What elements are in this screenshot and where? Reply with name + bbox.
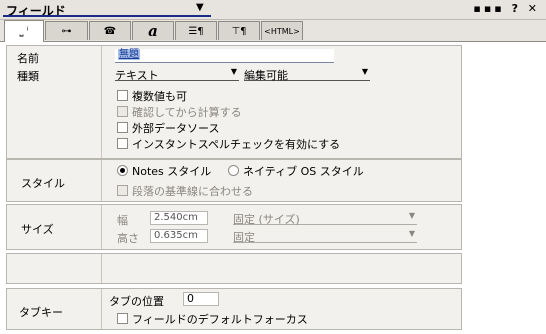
properties-panel: 名前 無題 種類 テキスト ▼ 編集可能 ▼ 複数値も可 確認してから計算する … (0, 42, 546, 334)
tab-key-label: タブキー (19, 306, 63, 319)
paragraph-tab-icon: ☰¶ (188, 25, 204, 37)
height-field[interactable]: 0.635cm (150, 229, 208, 243)
compute-after-validation-checkbox[interactable] (117, 106, 128, 117)
tab-control[interactable]: ⊶ (45, 21, 88, 40)
tab-key-section: タブキー タブの位置 0 フィールドのデフォルトフォーカス (6, 288, 462, 330)
tab-hidewhen[interactable]: ⊤¶ (218, 21, 260, 40)
align-baseline-label: 段落の基準線に合わせる (132, 185, 253, 198)
hide-when-tab-icon: ⊤¶ (231, 25, 247, 37)
basics-section: 名前 無題 種類 テキスト ▼ 編集可能 ▼ 複数値も可 確認してから計算する … (6, 45, 462, 159)
empty-section (6, 253, 462, 284)
width-mode-select[interactable]: 固定 (サイズ) ▼ (233, 211, 417, 226)
native-os-style-radio[interactable] (228, 165, 239, 176)
height-value: 0.635cm (154, 230, 198, 241)
size-section: サイズ 幅 2.540cm 固定 (サイズ) ▼ 高さ 0.635cm 固定 ▼ (6, 204, 462, 250)
section-divider (101, 254, 102, 283)
basics-tab-icon: ⎵ ⁱ (19, 26, 29, 37)
advanced-tab-icon: ☎ (103, 25, 117, 37)
tab-advanced[interactable]: ☎ (89, 21, 131, 40)
tab-html[interactable]: <HTML> (261, 21, 303, 40)
notes-style-radio[interactable] (117, 165, 128, 176)
default-focus-label: フィールドのデフォルトフォーカス (132, 313, 308, 326)
height-mode-value: 固定 (233, 231, 255, 244)
mode-value: 編集可能 (244, 69, 288, 82)
tab-position-label: タブの位置 (109, 295, 164, 308)
tab-position-value: 0 (187, 292, 194, 305)
chevron-down-icon: ▼ (408, 229, 415, 238)
style-label: スタイル (21, 177, 65, 190)
height-mode-select[interactable]: 固定 ▼ (233, 229, 417, 244)
chevron-down-icon: ▼ (361, 67, 368, 76)
type-value: テキスト (115, 69, 159, 82)
section-divider (101, 289, 102, 329)
tab-paragraph[interactable]: ☰¶ (175, 21, 217, 40)
chevron-down-icon: ▼ (408, 211, 415, 220)
compute-after-validation-label: 確認してから計算する (132, 106, 242, 119)
width-mode-value: 固定 (サイズ) (233, 213, 300, 226)
title-dropdown-icon[interactable]: ▼ (196, 2, 204, 13)
tab-position-field[interactable]: 0 (183, 292, 219, 306)
control-tab-icon: ⊶ (61, 25, 72, 37)
html-tab-icon: <HTML> (264, 26, 300, 36)
allow-multiple-label: 複数値も可 (132, 90, 187, 103)
mode-select[interactable]: 編集可能 ▼ (244, 67, 370, 82)
chevron-down-icon: ▼ (230, 67, 237, 76)
type-select[interactable]: テキスト ▼ (115, 67, 239, 82)
external-data-source-label: 外部データソース (132, 122, 220, 135)
height-label: 高さ (117, 232, 139, 245)
section-divider (101, 160, 102, 201)
native-os-style-label: ネイティブ OS スタイル (243, 165, 364, 178)
title-underline (3, 15, 211, 17)
type-label: 種類 (17, 70, 39, 83)
section-divider (101, 46, 102, 158)
size-label: サイズ (21, 223, 54, 236)
title-bar: フィールド ▼ ▪▪▪ ? ✕ (0, 0, 546, 20)
width-field[interactable]: 2.540cm (150, 211, 208, 225)
default-focus-checkbox[interactable] (117, 313, 128, 324)
font-tab-icon: a (148, 22, 158, 40)
external-data-source-checkbox[interactable] (117, 122, 128, 133)
window-controls[interactable]: ▪▪▪ ? ✕ (473, 2, 540, 15)
align-baseline-checkbox[interactable] (117, 185, 128, 196)
section-divider (101, 205, 102, 249)
tab-font[interactable]: a (132, 21, 174, 40)
instant-spellcheck-checkbox[interactable] (117, 138, 128, 149)
notes-style-label: Notes スタイル (132, 165, 212, 178)
name-label: 名前 (17, 52, 39, 65)
name-field[interactable]: 無題 (115, 49, 334, 63)
width-label: 幅 (117, 214, 128, 227)
width-value: 2.540cm (154, 212, 198, 223)
style-section: スタイル Notes スタイル ネイティブ OS スタイル 段落の基準線に合わせ… (6, 159, 462, 202)
allow-multiple-checkbox[interactable] (117, 90, 128, 101)
tab-strip: ⎵ ⁱ ⊶ ☎ a ☰¶ ⊤¶ <HTML> (0, 20, 546, 42)
tab-basics[interactable]: ⎵ ⁱ (4, 20, 44, 42)
instant-spellcheck-label: インスタントスペルチェックを有効にする (132, 138, 341, 151)
name-value: 無題 (118, 49, 140, 60)
